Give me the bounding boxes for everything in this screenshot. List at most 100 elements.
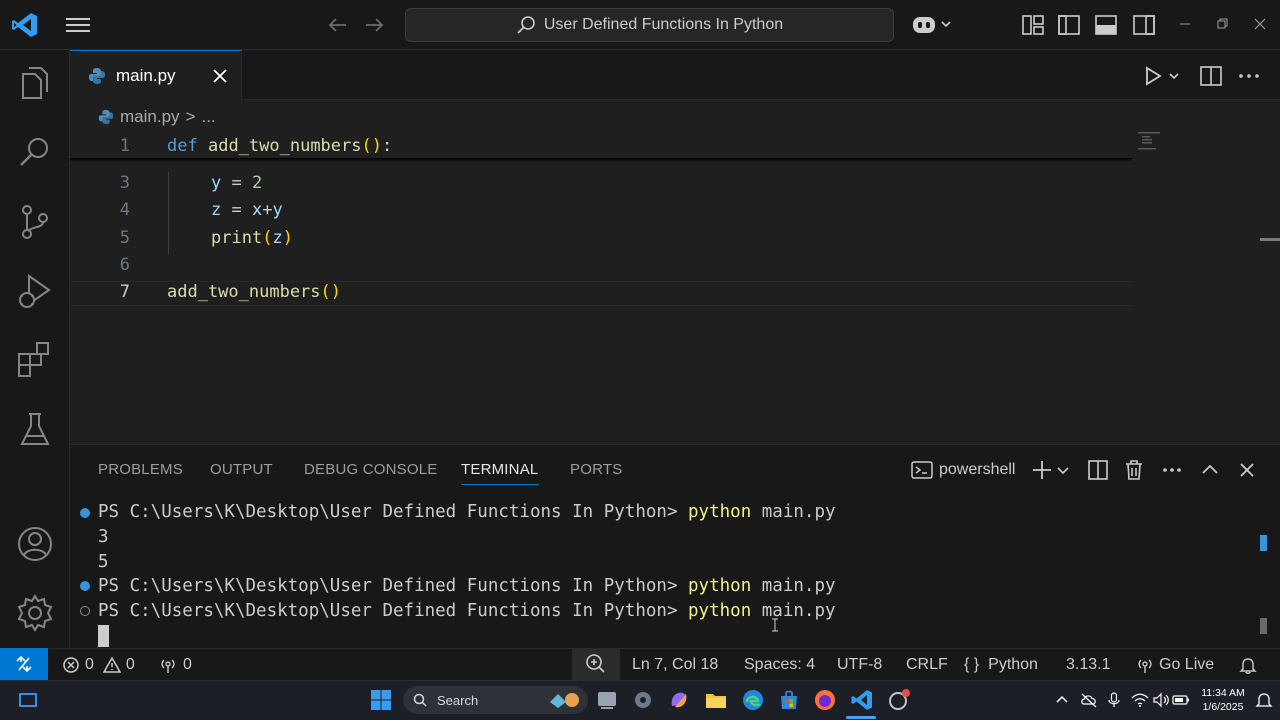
minimap[interactable]: [1136, 130, 1166, 154]
breadcrumb-symbols[interactable]: ...: [201, 107, 215, 127]
close-icon[interactable]: [208, 64, 232, 88]
store-icon[interactable]: [777, 688, 801, 712]
zoom-in-icon: [586, 654, 605, 673]
task-view-icon[interactable]: [16, 688, 40, 712]
zoom-status[interactable]: [572, 648, 620, 680]
more-actions-icon[interactable]: [1236, 63, 1262, 89]
error-count: 0: [85, 656, 94, 673]
remote-indicator[interactable]: [0, 648, 48, 680]
settings-app-icon[interactable]: [631, 688, 655, 712]
close-panel-icon[interactable]: [1235, 458, 1259, 482]
terminal-output-line: 3: [98, 527, 109, 547]
close-window-icon[interactable]: [1251, 15, 1269, 33]
run-and-debug-icon[interactable]: [15, 272, 55, 312]
wifi-icon[interactable]: [1131, 692, 1149, 708]
command-text: python: [688, 502, 752, 522]
vscode-taskbar-icon[interactable]: [850, 688, 874, 712]
cloud-offline-icon[interactable]: [1080, 692, 1098, 708]
taskbar-app-icon[interactable]: [887, 688, 911, 712]
code-line-3[interactable]: y = 2: [211, 173, 262, 193]
microphone-icon[interactable]: [1106, 692, 1122, 708]
firefox-icon[interactable]: [813, 688, 837, 712]
chevron-up-icon[interactable]: [1054, 692, 1070, 708]
terminal-scrollbar-thumb[interactable]: [1260, 618, 1267, 634]
eol-status[interactable]: CRLF: [906, 655, 948, 675]
toggle-secondary-sidebar-icon[interactable]: [1131, 12, 1157, 38]
taskbar-search[interactable]: Search: [403, 686, 588, 714]
command-success-decoration[interactable]: [80, 508, 90, 518]
arrow-right-icon[interactable]: [362, 14, 386, 36]
file-explorer-icon[interactable]: [704, 688, 728, 712]
panel-tab-problems[interactable]: PROBLEMS: [98, 461, 183, 478]
command-text: python: [688, 601, 752, 621]
trash-icon[interactable]: [1122, 458, 1146, 482]
edge-browser-icon[interactable]: [741, 688, 765, 712]
variable-token: z: [272, 228, 283, 248]
cursor-position[interactable]: Ln 7, Col 18: [632, 655, 718, 675]
copilot-icon[interactable]: [910, 12, 954, 38]
python-file-icon: [98, 109, 114, 125]
notification-bell-icon[interactable]: [1254, 690, 1274, 710]
vscode-logo-icon[interactable]: [10, 10, 40, 40]
panel-tab-terminal[interactable]: TERMINAL: [461, 461, 538, 478]
editor-scrollbar-marker[interactable]: [1260, 238, 1280, 241]
maximize-panel-icon[interactable]: [1198, 458, 1222, 482]
panel-tab-ports[interactable]: PORTS: [570, 461, 622, 478]
menu-icon[interactable]: [64, 14, 92, 36]
panel-tab-output[interactable]: OUTPUT: [210, 461, 273, 478]
line-number: 4: [119, 200, 130, 220]
source-control-icon[interactable]: [15, 202, 55, 242]
split-terminal-icon[interactable]: [1086, 458, 1110, 482]
command-success-decoration[interactable]: [80, 581, 90, 591]
battery-icon[interactable]: [1172, 692, 1190, 708]
remote-icon: [16, 655, 32, 673]
code-line-4[interactable]: z = x+y: [211, 200, 283, 220]
indentation-status[interactable]: Spaces: 4: [744, 655, 815, 675]
terminal-line: PS C:\Users\K\Desktop\User Defined Funct…: [98, 601, 836, 621]
command-center-search[interactable]: User Defined Functions In Python: [405, 8, 894, 42]
problems-status[interactable]: 0 0: [62, 655, 135, 675]
code-line-7[interactable]: add_two_numbers(): [167, 282, 341, 302]
volume-icon[interactable]: [1152, 692, 1170, 708]
run-python-file-icon[interactable]: [1140, 63, 1184, 89]
windows-start-icon[interactable]: [369, 688, 393, 712]
broadcast-icon: [161, 659, 175, 673]
language-mode[interactable]: { } Python: [964, 655, 1038, 675]
minimize-icon[interactable]: [1176, 15, 1194, 33]
code-line-5[interactable]: print(z): [211, 228, 293, 248]
code-line-1[interactable]: def add_two_numbers():: [167, 136, 392, 156]
more-actions-icon[interactable]: [1160, 458, 1184, 482]
terminal-line: PS C:\Users\K\Desktop\User Defined Funct…: [98, 502, 836, 522]
copilot-app-icon[interactable]: [667, 688, 691, 712]
command-running-decoration[interactable]: [80, 606, 90, 616]
go-live-button[interactable]: Go Live: [1136, 655, 1214, 675]
accounts-icon[interactable]: [15, 524, 55, 564]
toggle-panel-icon[interactable]: [1093, 12, 1119, 38]
terminal-shell-selector[interactable]: powershell: [911, 458, 1015, 482]
encoding-status[interactable]: UTF-8: [837, 655, 882, 675]
search-icon[interactable]: [15, 132, 55, 172]
arrow-left-icon[interactable]: [326, 14, 350, 36]
chevron-down-icon[interactable]: [1054, 458, 1072, 482]
new-terminal-icon[interactable]: [1030, 458, 1054, 482]
function-name-token: add_two_numbers: [167, 282, 321, 302]
python-interpreter[interactable]: 3.13.1: [1066, 655, 1110, 675]
extensions-icon[interactable]: [15, 340, 55, 380]
bell-icon[interactable]: [1238, 655, 1258, 675]
split-editor-icon[interactable]: [1198, 63, 1224, 89]
restore-icon[interactable]: [1213, 15, 1231, 33]
taskbar-app-icon[interactable]: [595, 688, 619, 712]
active-app-indicator: [846, 716, 876, 719]
ports-status[interactable]: 0: [158, 655, 192, 675]
testing-flask-icon[interactable]: [15, 410, 55, 450]
explorer-icon[interactable]: [15, 64, 55, 104]
breadcrumb-file[interactable]: main.py: [120, 107, 180, 127]
gear-icon[interactable]: [15, 593, 55, 633]
breadcrumb-separator: >: [185, 107, 196, 126]
sticky-scroll-shadow: [70, 158, 1132, 162]
customize-layout-icon[interactable]: [1020, 12, 1046, 38]
taskbar-clock[interactable]: 11:34 AM 1/6/2025: [1196, 686, 1250, 714]
toggle-primary-sidebar-icon[interactable]: [1056, 12, 1082, 38]
panel-tab-debug-console[interactable]: DEBUG CONSOLE: [304, 461, 437, 478]
terminal-scrollbar-marker[interactable]: [1260, 535, 1267, 551]
